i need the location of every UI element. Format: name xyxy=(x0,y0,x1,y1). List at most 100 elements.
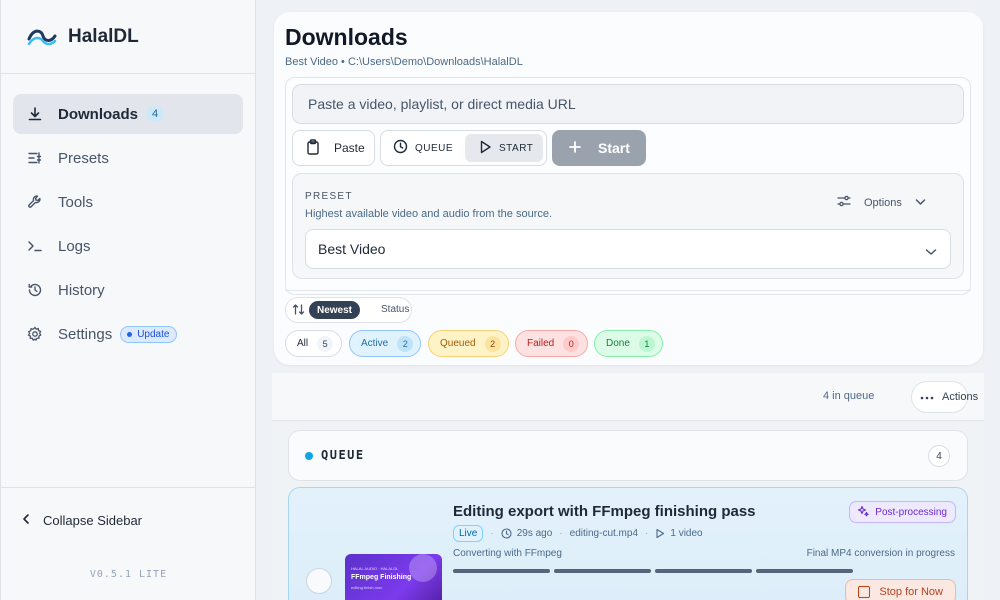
terminal-icon xyxy=(27,238,43,254)
filter-count: 0 xyxy=(563,335,580,352)
filter-count: 5 xyxy=(317,335,334,352)
filter-active[interactable]: Active 2 xyxy=(349,330,421,357)
chevron-down-icon xyxy=(915,197,926,209)
divider xyxy=(285,290,971,291)
progress-segment xyxy=(554,569,651,573)
job-status: Converting with FFmpeg xyxy=(453,548,562,559)
job-card[interactable]: HALAL AUDIO · HALALDL FFmpeg Finishing e… xyxy=(288,487,968,600)
clock-icon xyxy=(393,139,408,157)
update-badge[interactable]: Update xyxy=(120,325,178,343)
mode-queue-label: QUEUE xyxy=(415,142,454,154)
mode-start-button[interactable]: START xyxy=(465,134,543,162)
progress-segment xyxy=(756,569,853,573)
queue-status-dot xyxy=(305,452,313,460)
sort-newest-button[interactable]: Newest xyxy=(309,301,361,319)
filter-all[interactable]: All 5 xyxy=(285,330,342,357)
gear-icon xyxy=(27,326,43,342)
job-title: Editing export with FFmpeg finishing pas… xyxy=(453,503,756,520)
post-processing-badge: Post-processing xyxy=(849,501,956,523)
downloads-count-badge: 4 xyxy=(146,106,165,122)
clock-icon xyxy=(501,528,512,539)
collapse-label: Collapse Sidebar xyxy=(43,512,143,528)
options-button[interactable]: Options xyxy=(837,194,926,211)
job-time: 29s ago xyxy=(516,528,553,539)
queue-section-header[interactable]: QUEUE 4 xyxy=(288,430,968,481)
downloads-card: Downloads Best Video • C:\Users\Demo\Dow… xyxy=(274,12,983,365)
filter-count: 1 xyxy=(638,335,655,352)
paste-button[interactable]: Paste xyxy=(292,130,375,166)
progress-segment xyxy=(453,569,550,573)
update-dot xyxy=(127,331,133,337)
sidebar-item-label: Settings xyxy=(58,325,113,343)
sidebar-item-downloads[interactable]: Downloads 4 xyxy=(13,94,243,134)
mode-start-label: START xyxy=(499,142,534,154)
sidebar-item-settings[interactable]: Settings Update xyxy=(13,314,243,354)
filter-done[interactable]: Done 1 xyxy=(594,330,663,357)
job-progress-bar xyxy=(453,569,857,573)
download-icon xyxy=(27,106,43,122)
meta-separator: · xyxy=(490,528,494,539)
sidebar-item-label: History xyxy=(58,281,105,299)
filter-count: 2 xyxy=(397,335,414,352)
chevron-down-icon xyxy=(925,243,937,259)
progress-segment xyxy=(655,569,752,573)
preset-select[interactable]: Best Video xyxy=(305,229,951,269)
sidebar-item-label: Tools xyxy=(58,193,94,211)
preset-section: PRESET Highest available video and audio… xyxy=(292,173,964,279)
sidebar-item-logs[interactable]: Logs xyxy=(13,226,243,266)
filter-label: Failed xyxy=(527,338,555,349)
filter-label: All xyxy=(297,338,309,349)
sidebar: HalalDL Downloads 4 Presets Tools Logs H… xyxy=(0,0,256,600)
sort-icon[interactable] xyxy=(292,303,305,321)
actions-button[interactable]: Actions xyxy=(911,381,978,413)
post-processing-label: Post-processing xyxy=(875,506,947,518)
sidebar-item-label: Presets xyxy=(58,149,109,167)
sort-status-button[interactable]: Status xyxy=(381,304,409,315)
play-icon xyxy=(655,528,665,539)
url-input[interactable]: Paste a video, playlist, or direct media… xyxy=(292,84,964,124)
collapse-sidebar-button[interactable]: Collapse Sidebar xyxy=(1,487,256,552)
queue-section-title: QUEUE xyxy=(321,448,365,462)
app-version: V0.5.1 LITE xyxy=(89,569,168,580)
preset-description: Highest available video and audio from t… xyxy=(305,208,553,220)
start-button[interactable]: Start xyxy=(552,130,646,166)
options-label: Options xyxy=(864,196,902,209)
mode-queue-button[interactable]: QUEUE xyxy=(393,134,453,162)
chevron-left-icon xyxy=(21,513,31,528)
filter-queued[interactable]: Queued 2 xyxy=(428,330,509,357)
page-subtitle: Best Video • C:\Users\Demo\Downloads\Hal… xyxy=(285,56,523,68)
wrench-icon xyxy=(27,194,43,210)
app-name: HalalDL xyxy=(68,25,139,47)
play-icon xyxy=(479,140,492,157)
stop-for-now-button[interactable]: Stop for Now xyxy=(845,579,956,600)
live-badge: Live xyxy=(453,525,484,542)
sliders-icon xyxy=(837,194,851,211)
thumbnail-caption: HALAL AUDIO · HALALDL xyxy=(351,566,399,571)
sidebar-item-label: Downloads xyxy=(58,105,139,123)
sidebar-item-tools[interactable]: Tools xyxy=(13,182,243,222)
clipboard-icon xyxy=(306,138,320,158)
queue-section-count: 4 xyxy=(928,445,950,467)
sidebar-item-history[interactable]: History xyxy=(13,270,243,310)
presets-icon xyxy=(27,150,43,166)
sidebar-item-label: Logs xyxy=(58,237,91,255)
history-icon xyxy=(27,282,43,298)
more-horizontal-icon xyxy=(920,391,934,403)
stop-label: Stop for Now xyxy=(879,586,943,598)
thumbnail-subtitle: editing-finish.mov xyxy=(351,585,383,590)
thumbnail-decoration xyxy=(409,554,437,582)
sidebar-nav: Downloads 4 Presets Tools Logs History S… xyxy=(1,74,255,354)
job-video-count: 1 video xyxy=(670,528,703,539)
job-status-detail: Final MP4 conversion in progress xyxy=(806,548,955,559)
filter-label: Done xyxy=(606,338,630,349)
sidebar-item-presets[interactable]: Presets xyxy=(13,138,243,178)
job-file: editing-cut.mp4 xyxy=(569,528,639,539)
sort-toggle: Newest Status xyxy=(285,297,412,323)
logo-icon xyxy=(27,26,57,48)
job-meta: Live · 29s ago · editing-cut.mp4 · 1 vid… xyxy=(453,525,703,542)
filter-failed[interactable]: Failed 0 xyxy=(515,330,588,357)
job-select-checkbox[interactable] xyxy=(306,568,332,594)
meta-separator: · xyxy=(645,528,649,539)
mode-toggle: QUEUE START xyxy=(380,130,547,166)
thumbnail-title: FFmpeg Finishing xyxy=(351,574,412,581)
